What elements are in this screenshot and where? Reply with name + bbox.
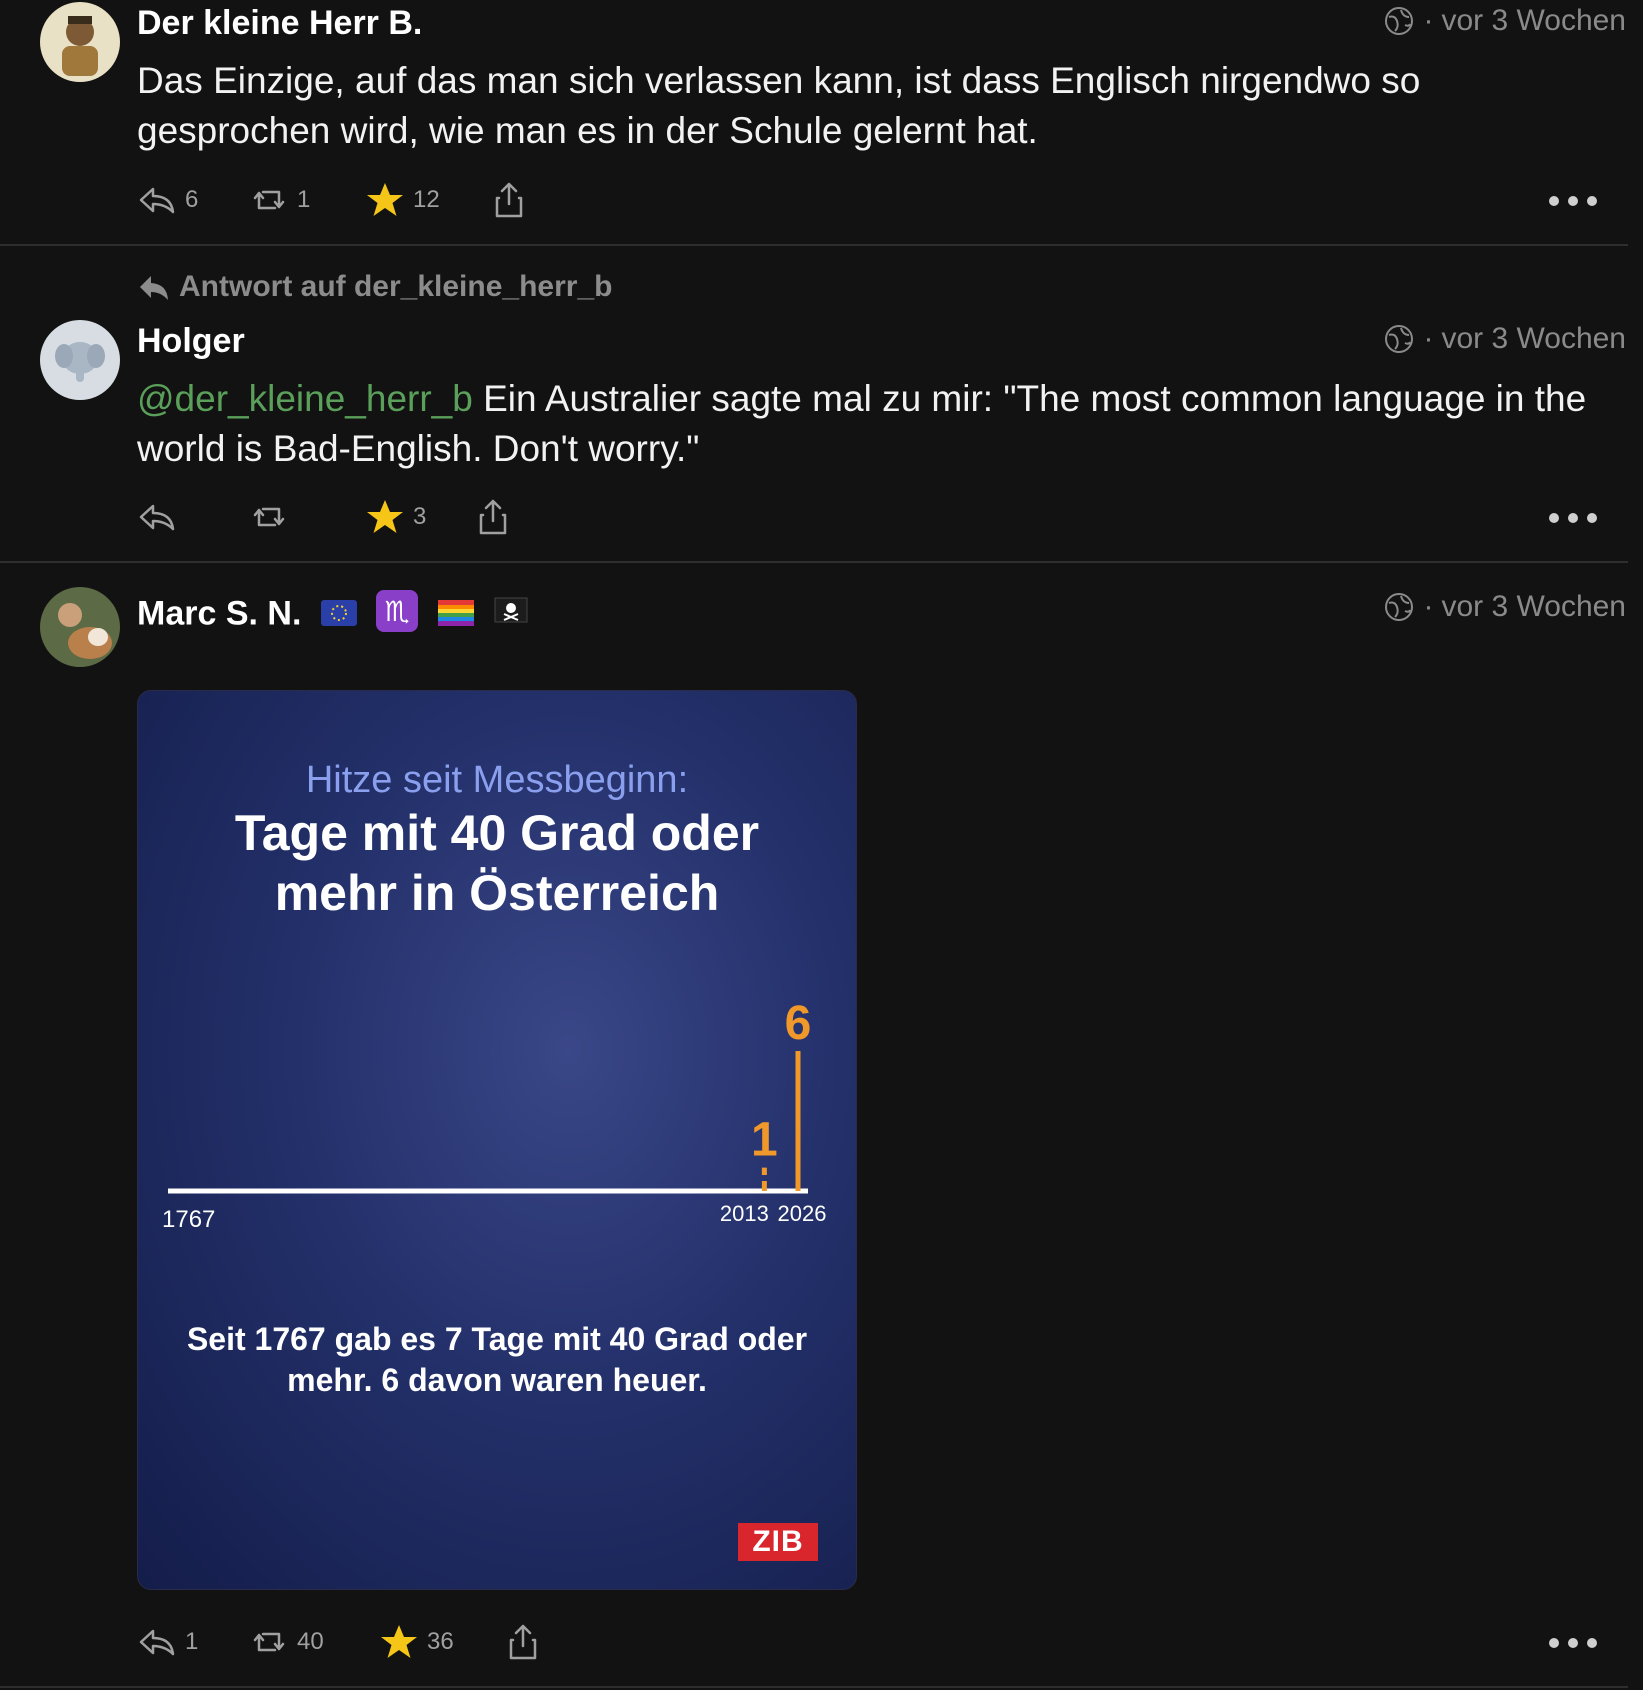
value-label-2013: 1 [751,1114,778,1167]
star-icon [367,183,403,216]
post-text: Das Einzige, auf das man sich verlassen … [137,60,1421,151]
author-name[interactable]: Marc S. N. ♏ [137,590,529,641]
post-time[interactable]: vor 3 Wochen [1441,4,1626,38]
more-options-button[interactable] [1549,513,1597,523]
pirate-flag-icon [493,596,529,635]
boost-icon [253,507,285,527]
value-label-2026: 6 [785,997,812,1050]
more-options-button[interactable] [1549,196,1597,206]
dot [1587,1638,1597,1648]
dot [1587,196,1597,206]
source-logo: ZIB [738,1523,818,1561]
avatar-image [40,587,120,667]
dot-separator: · [1423,590,1434,623]
reply-button[interactable]: 6 [137,180,198,220]
author-name[interactable]: Holger [137,322,245,361]
post-time[interactable]: vor 3 Wochen [1441,322,1626,356]
favourite-button[interactable]: 12 [365,180,440,220]
scorpio-sign-icon: ♏ [376,590,419,641]
reply-icon [139,504,175,531]
dot [1549,196,1559,206]
x-tick-label-2026: 2026 [778,1201,827,1226]
post-meta: · vor 3 Wochen [1383,322,1626,356]
reply-count: 1 [185,1628,199,1655]
boost-count: 40 [297,1628,324,1655]
action-bar: 1 40 36 [137,1622,1597,1666]
reply-context-text: Antwort auf der_kleine_herr_b [179,270,613,303]
post-time[interactable]: vor 3 Wochen [1441,590,1626,624]
attached-image-chart[interactable]: Hitze seit Messbeginn: Tage mit 40 Grad … [137,690,857,1590]
favourite-button[interactable]: 3 [365,497,426,537]
dot [1549,1638,1559,1648]
favourite-count: 3 [413,503,427,530]
boost-icon [253,190,285,210]
dot [1587,513,1597,523]
post-meta: · vor 3 Wochen [1383,590,1626,624]
elephant-avatar-icon [40,320,120,400]
action-bar: 6 1 12 [137,180,1597,224]
dot [1568,513,1578,523]
share-icon [509,1624,537,1660]
divider [0,561,1628,563]
dot-separator: · [1423,322,1434,355]
reply-icon [139,187,175,214]
avatar[interactable] [40,2,120,82]
x-tick-label-start: 1767 [162,1206,215,1233]
x-tick-label-2013: 2013 [720,1201,769,1226]
reply-button[interactable]: 1 [137,1622,198,1662]
boost-icon [253,1632,285,1652]
dot-separator: · [1423,4,1434,37]
dot [1549,513,1559,523]
chart-plot: 1767 1 2013 6 2026 [162,997,827,1233]
globe-icon [1385,593,1414,621]
share-button[interactable] [489,180,529,220]
boost-count: 1 [297,186,311,213]
globe-icon [1385,325,1414,353]
share-icon [479,499,507,535]
post-meta: · vor 3 Wochen [1383,4,1626,38]
reply-button[interactable] [137,497,185,537]
action-bar: 3 [137,497,1597,541]
share-button[interactable] [473,497,513,537]
avatar[interactable] [40,320,120,400]
divider [0,244,1628,246]
reply-arrow-icon [140,276,168,300]
dot [1568,196,1578,206]
favourite-count: 36 [427,1628,454,1655]
reply-count: 6 [185,186,199,213]
share-icon [495,182,523,218]
avatar[interactable] [40,587,120,667]
reply-icon [139,1629,175,1656]
post-text: @der_kleine_herr_b Ein Australier sagte … [137,374,1617,474]
chart-footnote: Seit 1767 gab es 7 Tage mit 40 Grad oder… [186,1321,808,1398]
divider [0,1686,1628,1688]
more-options-button[interactable] [1549,1638,1597,1648]
star-icon [367,500,403,533]
reply-context[interactable]: Antwort auf der_kleine_herr_b [137,270,612,304]
globe-icon [1385,7,1414,35]
share-button[interactable] [503,1622,543,1662]
eu-flag-icon [320,596,357,635]
svg-text:♏: ♏ [385,595,410,628]
rainbow-flag-icon [437,596,474,635]
favourite-count: 12 [413,186,440,213]
boost-button[interactable]: 40 [249,1622,324,1662]
favourite-button[interactable]: 36 [379,1622,454,1662]
star-icon [381,1625,417,1658]
dot [1568,1638,1578,1648]
mention-link[interactable]: @der_kleine_herr_b [137,378,473,419]
boost-button[interactable] [249,497,297,537]
boost-button[interactable]: 1 [249,180,310,220]
avatar-image [40,2,120,82]
author-name[interactable]: Der kleine Herr B. [137,4,422,43]
author-name-text: Marc S. N. [137,594,302,633]
